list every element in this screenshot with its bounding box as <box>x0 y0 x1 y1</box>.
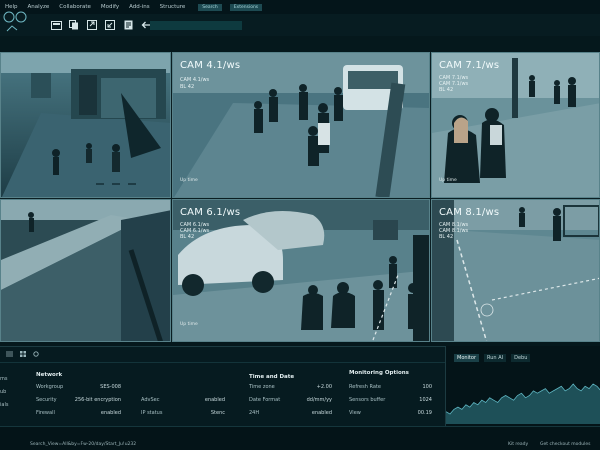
left-tab-1[interactable]: ms <box>0 373 8 386</box>
monitoring-value-view: 00.19 <box>417 410 432 416</box>
camera-8-sub-3: BL 42 <box>439 234 454 240</box>
monitoring-key-view: View <box>349 410 361 416</box>
toolbar <box>0 14 600 36</box>
time-section-title: Time and Date <box>249 374 295 380</box>
camera-6-title: CAM 6.1/ws <box>180 207 241 218</box>
time-row-24h: 24H enabled <box>249 410 332 416</box>
camera-4-title: CAM 4.1/ws <box>180 60 241 71</box>
time-row-zone: Time zone +2.00 <box>249 384 332 390</box>
camera-feed-1 <box>1 53 170 197</box>
adv-key-ip-status: IP status <box>141 410 163 416</box>
monitoring-row-view: View 00.19 <box>349 410 432 416</box>
menu-item-structure[interactable]: Structure <box>155 4 191 10</box>
network-value-security: 256-bit encryption <box>74 397 121 403</box>
left-toolbar-stub <box>0 6 40 36</box>
menu-item-modify[interactable]: Modify <box>96 4 124 10</box>
left-tab-3[interactable]: ials <box>0 399 8 412</box>
network-key-security: Security <box>36 397 57 403</box>
extensions-chip[interactable]: Extensions <box>229 3 263 11</box>
menu-item-add-ins[interactable]: Add-ins <box>124 4 155 10</box>
status-ready: Kit ready <box>508 442 529 447</box>
camera-tile-2[interactable] <box>0 199 171 342</box>
camera-feed-6 <box>173 200 429 341</box>
camera-tile-6[interactable]: CAM 6.1/ws CAM 6.1/ws CAM 6.1/ws BL 42 U… <box>172 199 430 342</box>
camera-tile-8[interactable]: CAM 8.1/ws CAM 8.1/ws CAM 8.1/ws BL 42 <box>431 199 600 342</box>
camera-7-sub-3: BL 42 <box>439 87 454 93</box>
panel-left-tabs: ms ub ials <box>0 373 8 412</box>
network-section-title: Network <box>36 372 63 378</box>
network-row-security: Security 256-bit encryption <box>36 397 121 403</box>
time-value-format: dd/mm/yy <box>306 397 332 403</box>
time-key-zone: Time zone <box>249 384 275 390</box>
camera-feed-4 <box>173 53 429 197</box>
monitoring-key-buffer: Sensors buffer <box>349 397 386 403</box>
monitor-panel: Monitor Run AI Debu <box>445 346 600 426</box>
monitoring-value-buffer: 1024 <box>419 397 432 403</box>
camera-6-sub-3: BL 42 <box>180 234 195 240</box>
adv-row-advsec: AdvSec enabled <box>141 397 225 403</box>
camera-1-controls <box>96 183 136 185</box>
left-tab-2[interactable]: ub <box>0 386 8 399</box>
adv-value-advsec: enabled <box>204 397 225 403</box>
camera-tile-1[interactable] <box>0 52 171 198</box>
search-chip[interactable]: Search <box>198 3 222 11</box>
monitor-area-chart <box>446 383 600 424</box>
status-bar: Search_View=All&by=Fw-20/day/Start_Ju!u2… <box>0 426 600 450</box>
camera-1-control-3[interactable] <box>128 183 136 185</box>
network-value-workgroup: SES-008 <box>100 384 121 390</box>
camera-4-uptime: Up time <box>180 178 198 183</box>
adv-row-ip-status: IP status Stenc <box>141 410 225 416</box>
camera-7-uptime: Up time <box>439 178 457 183</box>
monitor-area-fill <box>446 384 600 424</box>
monitoring-value-refresh: 100 <box>422 384 432 390</box>
camera-7-title: CAM 7.1/ws <box>439 60 500 71</box>
adv-value-ip-status: Stenc <box>210 410 225 416</box>
settings-icon[interactable] <box>33 350 39 359</box>
import-icon[interactable] <box>104 19 116 31</box>
copy-icon[interactable] <box>68 19 80 31</box>
layout-icon[interactable] <box>50 19 62 31</box>
panel-header <box>0 347 445 363</box>
camera-6-uptime: Up time <box>180 322 198 327</box>
camera-feed-2 <box>1 200 170 341</box>
status-modules[interactable]: Get checkout modules <box>540 442 590 447</box>
export-icon[interactable] <box>86 19 98 31</box>
toolbar-search-field[interactable] <box>150 21 242 30</box>
time-value-24h: enabled <box>311 410 332 416</box>
grid-icon[interactable] <box>20 350 26 359</box>
time-value-zone: +2.00 <box>316 384 332 390</box>
camera-grid: CAM 4.1/ws CAM 4.1/ws BL 42 Up time CAM … <box>0 52 600 342</box>
camera-tile-7[interactable]: CAM 7.1/ws CAM 7.1/ws CAM 7.1/ws BL 42 U… <box>431 52 600 198</box>
camera-tile-4[interactable]: CAM 4.1/ws CAM 4.1/ws BL 42 Up time <box>172 52 430 198</box>
network-row-workgroup: Workgroup SES-008 <box>36 384 121 390</box>
camera-4-sub-1: CAM 4.1/ws <box>180 77 210 83</box>
monitoring-row-refresh: Refresh Rate 100 <box>349 384 432 390</box>
menu-item-collaborate[interactable]: Collaborate <box>54 4 96 10</box>
network-row-firewall: Firewall enabled <box>36 410 121 416</box>
time-row-format: Date Format dd/mm/yy <box>249 397 332 403</box>
camera-8-title: CAM 8.1/ws <box>439 207 500 218</box>
time-key-format: Date Format <box>249 397 281 403</box>
camera-1-control-2[interactable] <box>112 183 120 185</box>
monitoring-key-refresh: Refresh Rate <box>349 384 381 390</box>
network-key-firewall: Firewall <box>36 410 55 416</box>
app-logo-icon <box>3 11 27 32</box>
network-value-firewall: enabled <box>100 410 121 416</box>
menu-bar: Help Analyze Collaborate Modify Add-ins … <box>0 0 600 14</box>
monitoring-row-buffer: Sensors buffer 1024 <box>349 397 432 403</box>
adv-key-advsec: AdvSec <box>141 397 160 403</box>
list-icon[interactable] <box>6 351 13 359</box>
document-icon[interactable] <box>122 19 134 31</box>
network-key-workgroup: Workgroup <box>36 384 64 390</box>
time-key-24h: 24H <box>249 410 260 416</box>
camera-4-sub-2: BL 42 <box>180 84 195 90</box>
camera-1-control-1[interactable] <box>96 183 104 185</box>
monitoring-section-title: Monitoring Options <box>349 370 409 376</box>
status-query: Search_View=All&by=Fw-20/day/Start_Ju!u2… <box>30 442 137 447</box>
